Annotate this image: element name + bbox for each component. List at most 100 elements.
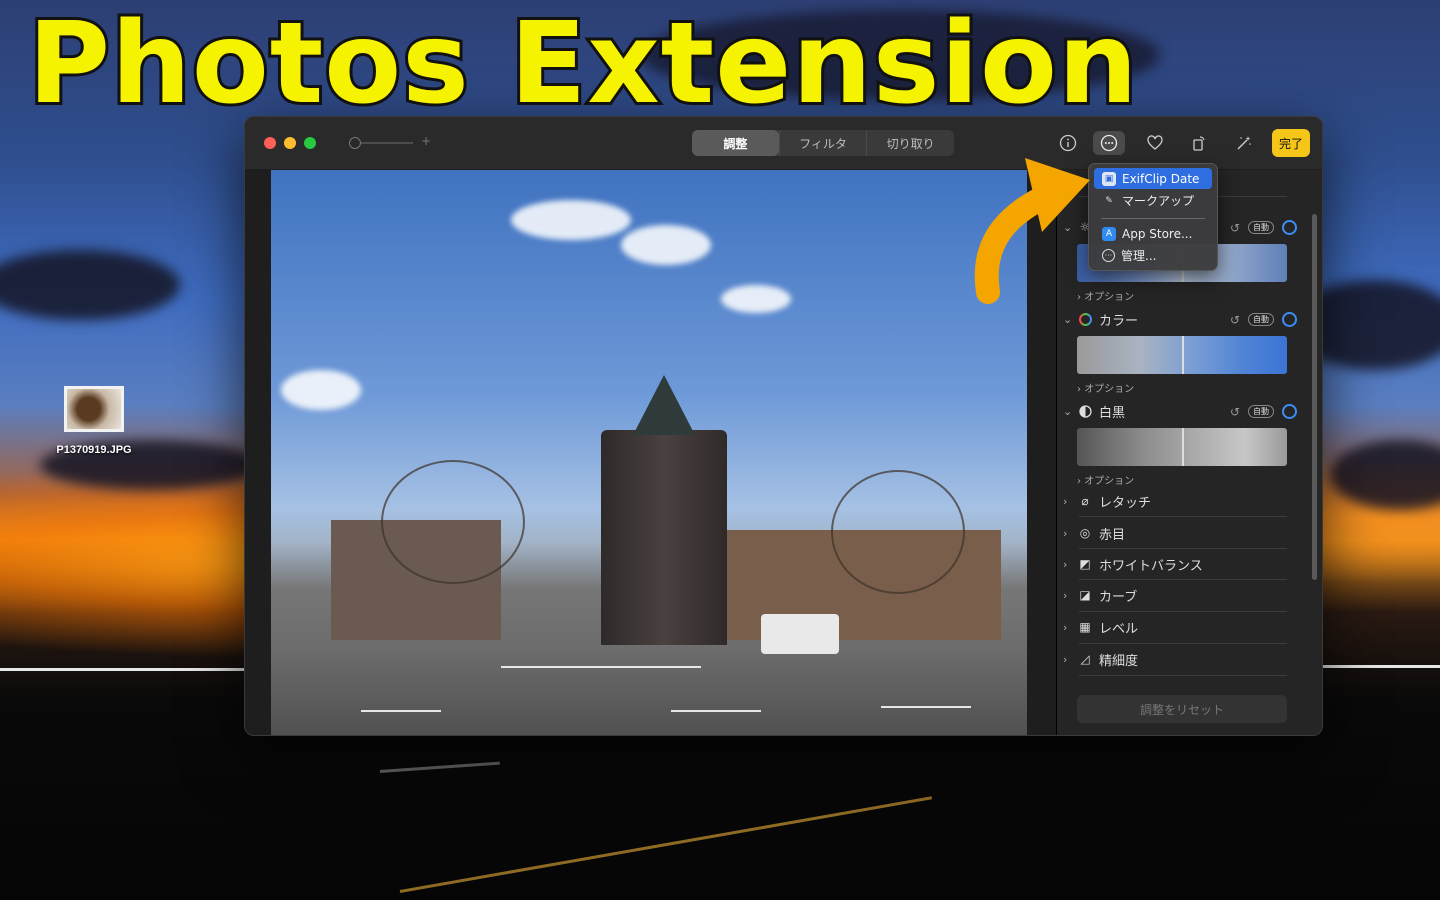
- section-label: レベル: [1099, 621, 1139, 637]
- photo-cloud: [721, 285, 791, 313]
- chevron-right-icon: ›: [1063, 526, 1068, 540]
- section-label: 精細度: [1099, 653, 1139, 669]
- photo-cloud: [511, 200, 631, 240]
- wallpaper-road-line: [399, 796, 933, 893]
- bw-options[interactable]: › オプション: [1077, 472, 1134, 487]
- section-levels[interactable]: › ▦ レベル: [1063, 616, 1303, 638]
- chevron-right-icon: ›: [1063, 652, 1068, 666]
- divider: [1079, 675, 1287, 676]
- levels-icon: ▦: [1079, 620, 1091, 634]
- app-store-icon: A: [1102, 226, 1116, 241]
- more-icon: ···: [1102, 249, 1115, 262]
- chevron-down-icon: ⌄: [1063, 404, 1073, 418]
- photo-cloud: [281, 370, 361, 410]
- tab-crop[interactable]: 切り取り: [866, 130, 954, 156]
- menu-divider: [1101, 218, 1205, 219]
- section-label: 赤目: [1099, 527, 1126, 543]
- reset-adjustments-button[interactable]: 調整をリセット: [1077, 695, 1287, 723]
- chevron-right-icon: ›: [1063, 620, 1068, 634]
- section-curves[interactable]: › ◪ カーブ: [1063, 584, 1303, 606]
- definition-icon: ◿: [1080, 652, 1090, 666]
- wallpaper-road-line: [379, 761, 500, 773]
- file-name: P1370919.JPG: [56, 444, 132, 456]
- color-thumbnails[interactable]: [1077, 336, 1287, 374]
- bandage-icon: ⌀: [1081, 494, 1089, 508]
- photo-road: [271, 645, 1027, 735]
- chevron-right-icon: ›: [1063, 494, 1068, 508]
- wallpaper-cloud: [1330, 440, 1440, 510]
- eye-slash-icon: ◎: [1079, 526, 1091, 540]
- section-bw[interactable]: ⌄ 白黒 ↺ 自動: [1063, 400, 1303, 422]
- chevron-right-icon: ›: [1063, 557, 1068, 571]
- undo-icon[interactable]: ↺: [1230, 313, 1240, 327]
- photo-lane: [361, 710, 441, 712]
- auto-button[interactable]: 自動: [1248, 313, 1274, 326]
- section-label: レタッチ: [1099, 495, 1152, 511]
- undo-icon[interactable]: ↺: [1230, 405, 1240, 419]
- zoom-plus: +: [420, 134, 431, 148]
- minimize-button[interactable]: [284, 137, 296, 149]
- section-label: ホワイトバランス: [1099, 558, 1203, 574]
- favorite-heart-icon[interactable]: [1143, 131, 1167, 155]
- tab-adjust[interactable]: 調整: [692, 130, 779, 156]
- pointer-arrow-annotation: [974, 158, 1090, 304]
- edit-mode-tabs: 調整 フィルタ 切り取り: [692, 130, 954, 156]
- section-definition[interactable]: › ◿ 精細度: [1063, 648, 1303, 670]
- zoom-knob[interactable]: [349, 137, 361, 149]
- photo-lane: [501, 666, 701, 668]
- auto-button[interactable]: 自動: [1248, 405, 1274, 418]
- auto-button[interactable]: 自動: [1248, 221, 1274, 234]
- undo-icon[interactable]: ↺: [1230, 221, 1240, 235]
- zoom-slider[interactable]: +: [349, 134, 431, 149]
- rotate-icon[interactable]: [1187, 131, 1211, 155]
- half-circle-icon: [1077, 404, 1093, 418]
- section-redeye[interactable]: › ◎ 赤目: [1063, 522, 1303, 544]
- photo-lane: [881, 706, 971, 708]
- banner-title: Photos Extension: [25, 0, 1141, 129]
- toggle-ring[interactable]: [1282, 404, 1297, 419]
- menu-item-app-store[interactable]: A App Store...: [1094, 223, 1212, 244]
- section-bw-label: 白黒: [1099, 405, 1126, 421]
- canvas-margin: [245, 170, 271, 735]
- divider: [1079, 516, 1287, 517]
- photo-lane: [671, 710, 761, 712]
- extensions-menu: ▣ ExifClip Date ✎ マークアップ A App Store... …: [1088, 163, 1218, 271]
- menu-item-markup[interactable]: ✎ マークアップ: [1094, 190, 1212, 211]
- desktop-file[interactable]: P1370919.JPG: [40, 386, 148, 456]
- file-thumbnail: [64, 386, 124, 432]
- photo-tree: [381, 460, 525, 584]
- close-button[interactable]: [264, 137, 276, 149]
- photo-cloud: [621, 225, 711, 265]
- section-white-balance[interactable]: › ◩ ホワイトバランス: [1063, 553, 1303, 575]
- wallpaper-cloud: [0, 250, 180, 320]
- section-label: カーブ: [1099, 589, 1138, 605]
- tab-filters[interactable]: フィルタ: [778, 130, 867, 156]
- slider-mark: [1182, 336, 1184, 374]
- toggle-ring[interactable]: [1282, 220, 1297, 235]
- markup-icon: ✎: [1105, 195, 1113, 206]
- done-button[interactable]: 完了: [1272, 129, 1310, 157]
- white-balance-icon: ◩: [1079, 557, 1091, 571]
- section-color-label: カラー: [1099, 313, 1139, 329]
- auto-enhance-icon[interactable]: [1232, 131, 1256, 155]
- zoom-track: [355, 142, 413, 144]
- toggle-ring[interactable]: [1282, 312, 1297, 327]
- menu-item-manage[interactable]: ··· 管理...: [1094, 245, 1212, 266]
- color-options[interactable]: › オプション: [1077, 380, 1134, 395]
- wallpaper-light-trail: [1320, 665, 1440, 668]
- photo-van: [761, 614, 839, 654]
- photo-tower: [601, 430, 727, 660]
- divider: [1079, 643, 1287, 644]
- bw-thumbnails[interactable]: [1077, 428, 1287, 466]
- section-retouch[interactable]: › ⌀ レタッチ: [1063, 490, 1303, 512]
- photo-canvas[interactable]: [271, 170, 1027, 735]
- curves-icon: ◪: [1079, 588, 1091, 602]
- menu-item-exifclip[interactable]: ▣ ExifClip Date: [1094, 168, 1212, 189]
- exifclip-app-icon: ▣: [1102, 171, 1116, 186]
- zoom-button[interactable]: [304, 137, 316, 149]
- divider: [1079, 611, 1287, 612]
- slider-mark: [1182, 428, 1184, 466]
- divider: [1079, 579, 1287, 580]
- panel-scrollbar[interactable]: [1312, 214, 1317, 580]
- wallpaper-light-trail: [0, 668, 244, 671]
